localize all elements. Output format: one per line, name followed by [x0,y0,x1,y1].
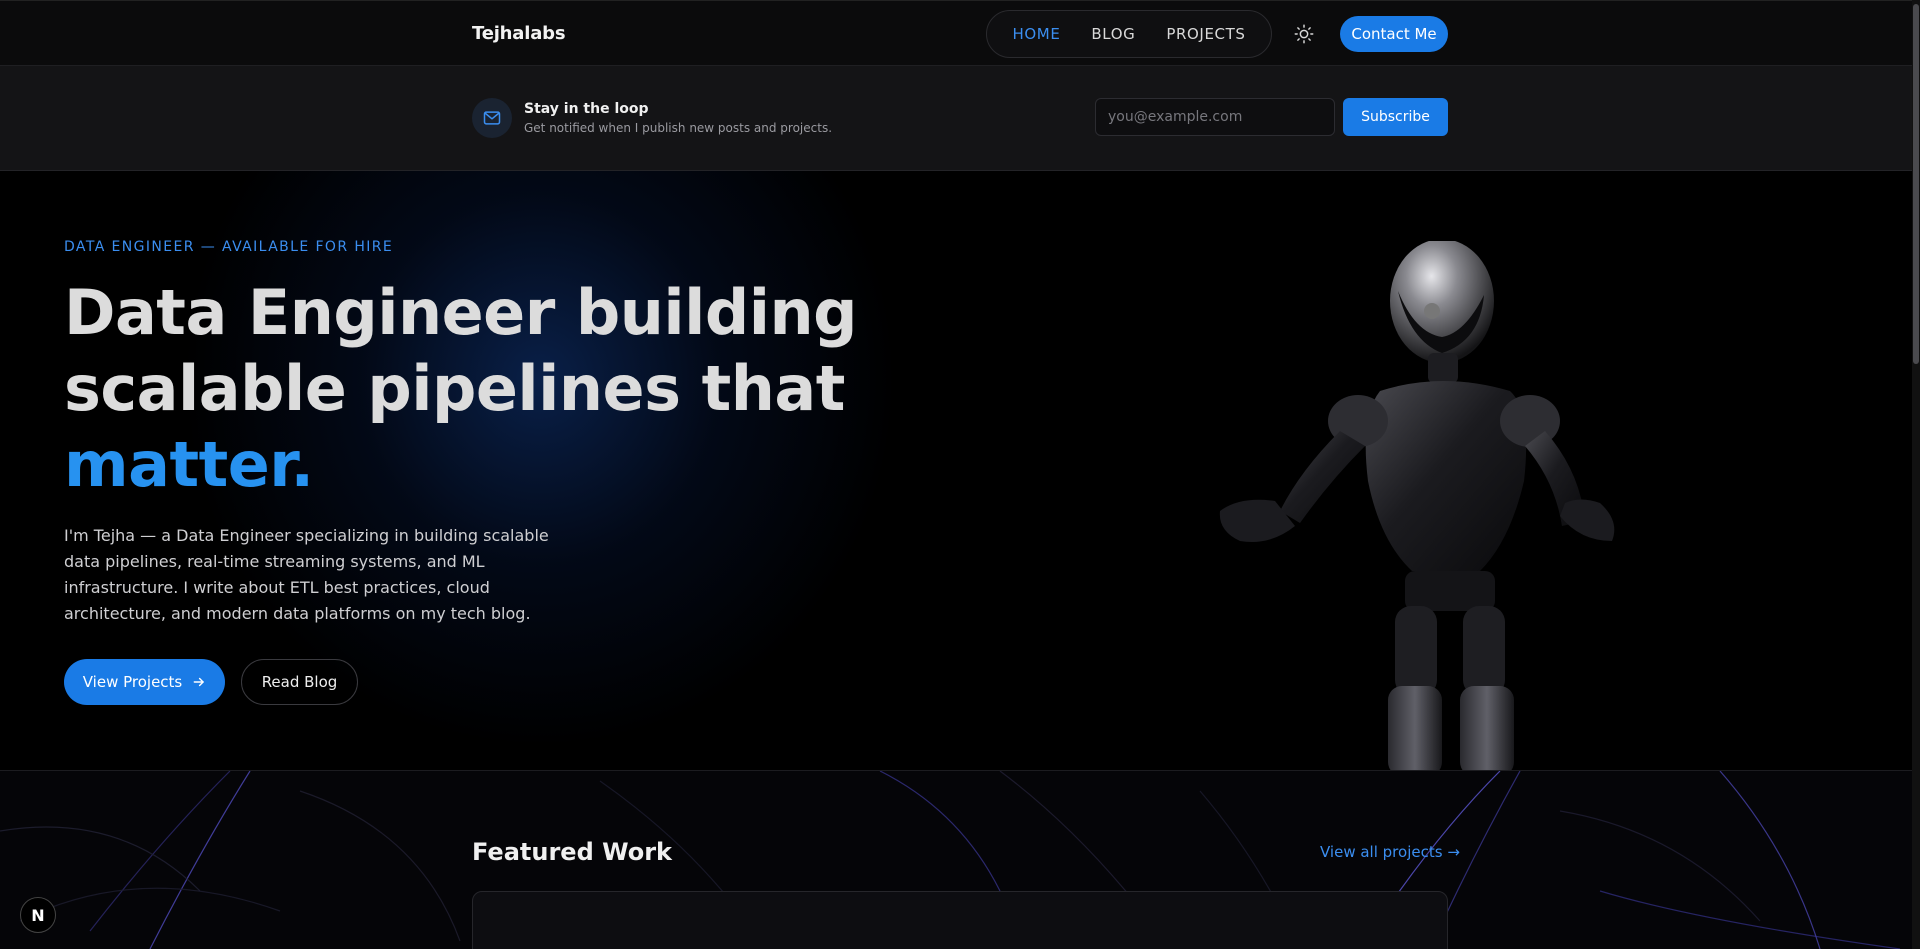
scroll-thumb[interactable] [1913,4,1919,364]
headline-accent: matter. [64,428,314,501]
hero-headline: Data Engineer building scalable pipeline… [64,275,864,503]
nav-links: HOME BLOG PROJECTS [986,10,1272,58]
featured-work-section: Featured Work View all projects → [0,771,1920,949]
subscribe-title: Stay in the loop [524,101,649,117]
sun-icon[interactable] [1293,23,1315,45]
headline-line-2: scalable pipelines that [64,352,845,425]
nav-link-projects[interactable]: PROJECTS [1166,25,1245,43]
read-blog-button[interactable]: Read Blog [241,659,358,705]
email-input[interactable] [1095,98,1335,136]
view-all-projects-link[interactable]: View all projects → [1320,843,1460,861]
dev-indicator-badge[interactable]: N [20,897,56,933]
page-scrollbar[interactable] [1912,0,1920,949]
hero-description: I'm Tejha — a Data Engineer specializing… [64,526,549,623]
headline-line-1: Data Engineer building [64,276,858,349]
nav-link-home[interactable]: HOME [1013,25,1061,43]
hero-section: DATA ENGINEER — AVAILABLE FOR HIRE Data … [0,171,1920,771]
subscribe-button[interactable]: Subscribe [1343,98,1448,136]
subscribe-description: Get notified when I publish new posts an… [524,121,833,135]
subscribe-bar: Stay in the loop Get notified when I pub… [0,66,1920,171]
robot-illustration [1219,241,1615,770]
view-all-label: View all projects [1320,843,1443,861]
nav-link-blog[interactable]: BLOG [1091,25,1135,43]
view-projects-button[interactable]: View Projects [64,659,225,705]
mail-icon [472,98,512,138]
arrow-right-icon [193,677,205,687]
featured-work-title: Featured Work [472,838,673,866]
brand-logo[interactable]: Tejhalabs [472,23,566,44]
view-projects-label: View Projects [82,673,183,691]
top-navigation: Tejhalabs HOME BLOG PROJECTS Contact Me [0,0,1920,66]
arrow-right-icon: → [1447,843,1460,861]
featured-project-card[interactable] [472,891,1448,949]
contact-me-button[interactable]: Contact Me [1340,16,1448,52]
hero-eyebrow: DATA ENGINEER — AVAILABLE FOR HIRE [64,239,394,255]
